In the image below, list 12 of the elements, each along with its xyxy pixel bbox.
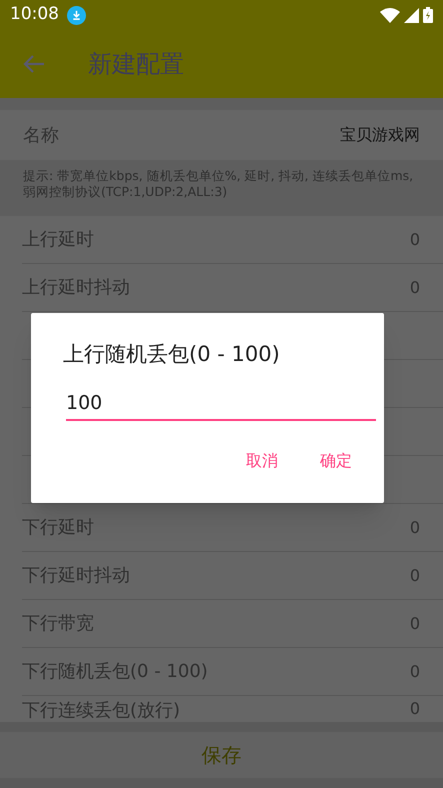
- save-button[interactable]: 保存: [0, 732, 443, 778]
- page-title: 新建配置: [88, 49, 184, 80]
- dialog-title: 上行随机丢包(0 - 100): [63, 341, 281, 368]
- battery-icon: [423, 7, 433, 23]
- status-time: 10:08: [10, 3, 59, 26]
- wifi-icon: [380, 8, 400, 22]
- dialog-button[interactable]: 确定: [312, 444, 360, 476]
- signal-icon: [404, 8, 419, 22]
- download-icon: [67, 6, 86, 24]
- input-field[interactable]: 100: [66, 386, 376, 420]
- field-value: 宝贝游戏网: [340, 124, 420, 146]
- dialog-button[interactable]: 取消: [238, 444, 286, 476]
